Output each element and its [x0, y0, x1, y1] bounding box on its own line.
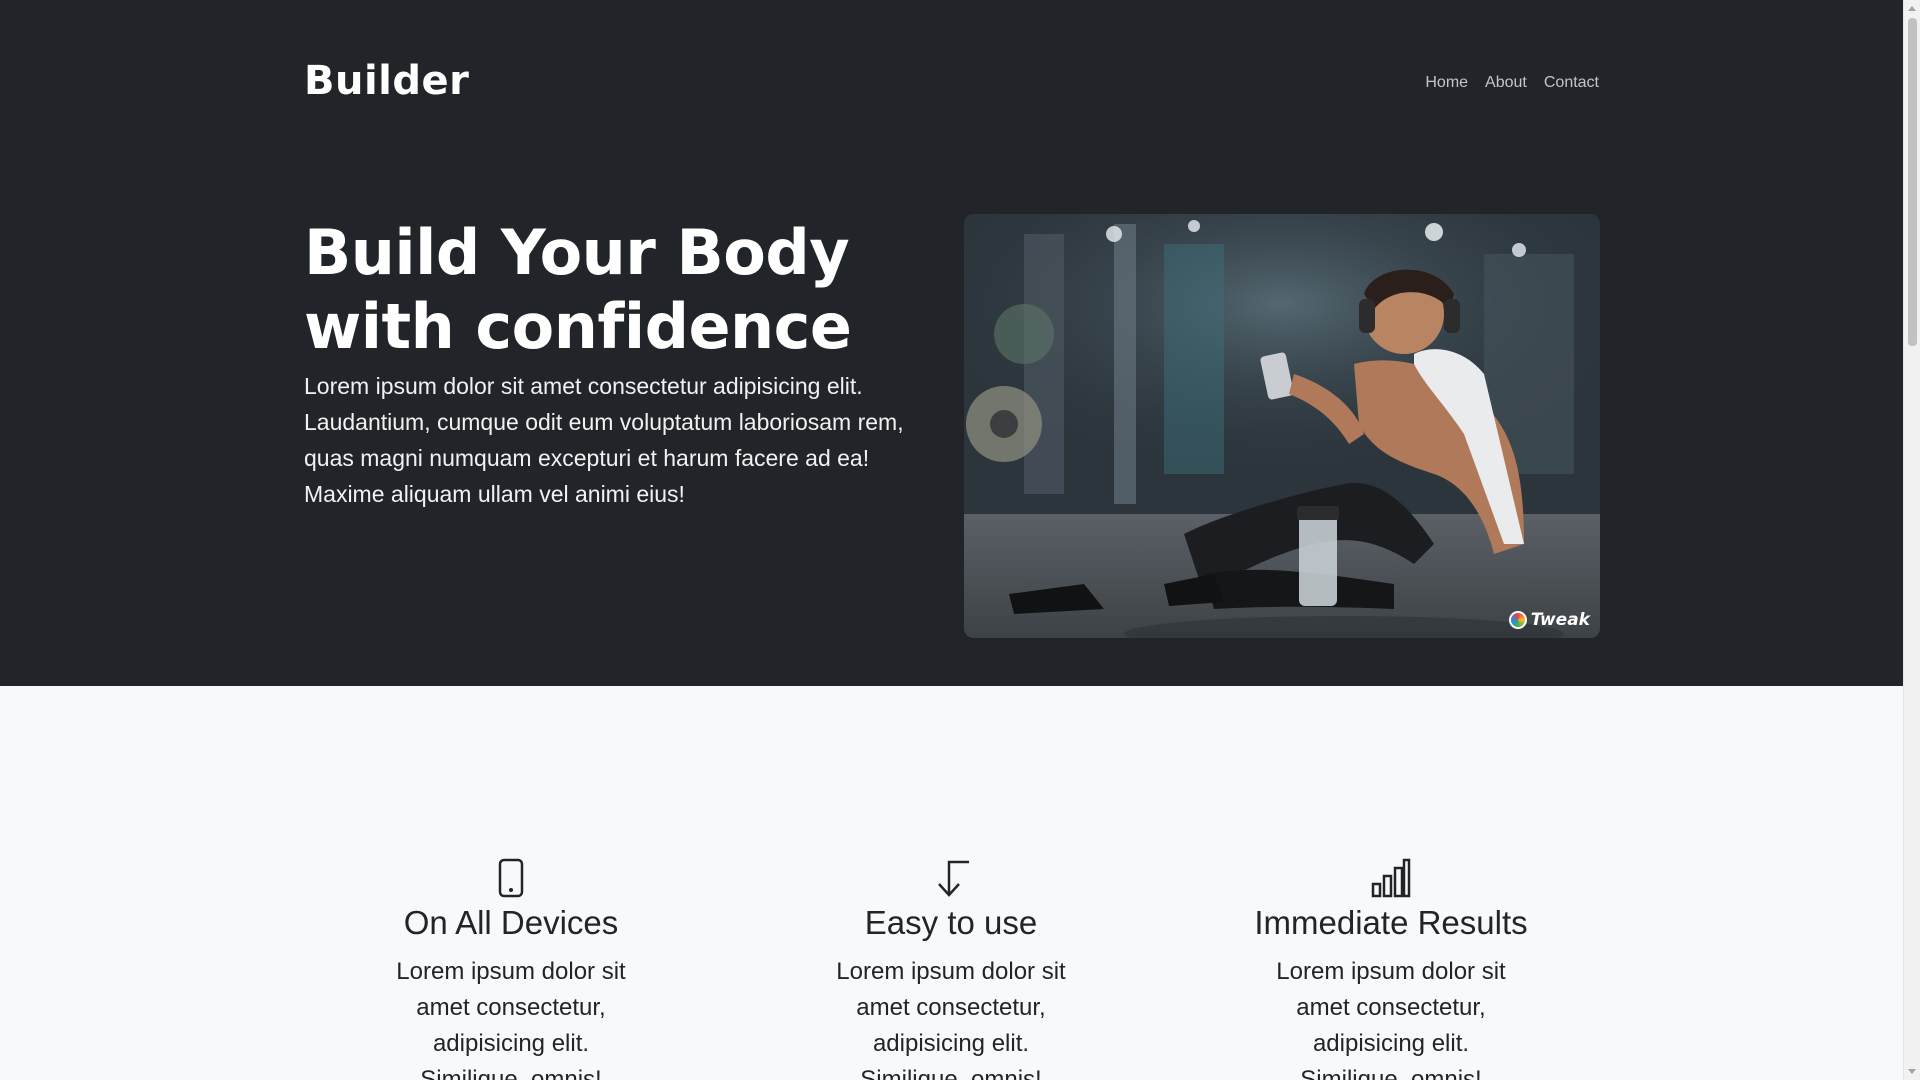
- feature-item: On All Devices Lorem ipsum dolor sit ame…: [361, 854, 661, 1080]
- image-watermark: Tweak: [1508, 610, 1590, 630]
- feature-description: Lorem ipsum dolor sit amet consectetur, …: [396, 958, 626, 1080]
- hero-description: Lorem ipsum dolor sit amet consectetur a…: [304, 373, 904, 507]
- feature-title: Immediate Results: [1254, 904, 1528, 941]
- scroll-up-icon[interactable]: [1908, 6, 1916, 11]
- page: Builder Home About Contact Build Your Bo…: [0, 0, 1903, 1080]
- feature-item: Immediate Results Lorem ipsum dolor sit …: [1241, 854, 1541, 1080]
- nav-link-about[interactable]: About: [1485, 74, 1527, 92]
- scroll-down-icon[interactable]: [1908, 1069, 1916, 1074]
- bar-chart-icon: [1241, 854, 1541, 898]
- phone-icon: [361, 854, 661, 898]
- arrow-return-icon: [801, 854, 1101, 898]
- feature-description: Lorem ipsum dolor sit amet consectetur, …: [1276, 958, 1506, 1080]
- feature-description: Lorem ipsum dolor sit amet consectetur, …: [836, 958, 1066, 1080]
- watermark-text: Tweak: [1530, 610, 1590, 630]
- watermark-logo-icon: [1508, 611, 1527, 629]
- hero-section: Builder Home About Contact Build Your Bo…: [0, 0, 1903, 686]
- feature-item: Easy to use Lorem ipsum dolor sit amet c…: [801, 854, 1101, 1080]
- hero-title: Build Your Body with confidence: [304, 216, 852, 363]
- feature-title: On All Devices: [403, 904, 619, 941]
- main-nav: Home About Contact: [1425, 74, 1599, 92]
- vertical-scrollbar[interactable]: [1903, 0, 1920, 1080]
- brand-logo[interactable]: Builder: [304, 58, 469, 104]
- features-section: On All Devices Lorem ipsum dolor sit ame…: [0, 686, 1903, 1080]
- hero-image: Tweak: [964, 214, 1600, 638]
- scrollbar-thumb[interactable]: [1908, 18, 1917, 346]
- nav-link-home[interactable]: Home: [1425, 74, 1468, 92]
- feature-title: Easy to use: [864, 904, 1038, 941]
- gym-photo-illustration: [964, 214, 1600, 638]
- nav-link-contact[interactable]: Contact: [1544, 74, 1599, 92]
